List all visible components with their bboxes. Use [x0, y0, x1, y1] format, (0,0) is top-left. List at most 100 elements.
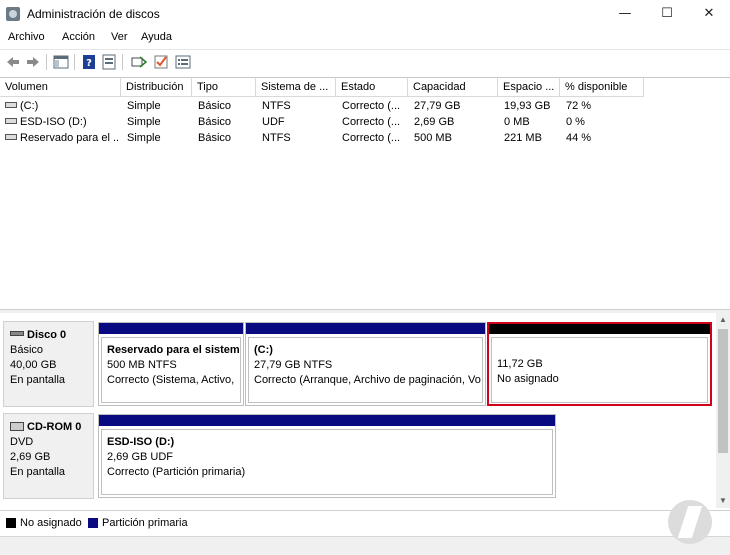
volume-cell: (C:)	[5, 98, 119, 114]
volume-icon	[5, 118, 17, 125]
volume-cell: ESD-ISO (D:)	[5, 114, 119, 130]
vertical-scrollbar[interactable]: ▲ ▼	[716, 313, 730, 508]
disk-status: En pantalla	[10, 374, 66, 386]
status-cell: Correcto (...	[342, 132, 401, 144]
partition-status: Correcto (Sistema, Activo,	[107, 374, 235, 386]
partition-details: (C:) 27,79 GB NTFS Correcto (Arranque, A…	[248, 337, 483, 403]
cdrom-0-label[interactable]: CD-ROM 0 DVD 2,69 GB En pantalla	[3, 413, 94, 499]
legend-primary-partition: Partición primaria	[102, 517, 188, 529]
minimize-button[interactable]: —	[602, 0, 648, 28]
volume-cell: Reservado para el ...	[5, 130, 119, 146]
layout-cell: Simple	[127, 116, 161, 128]
capacity-cell: 2,69 GB	[414, 116, 455, 128]
volume-icon	[5, 134, 17, 141]
status-bar	[0, 536, 730, 555]
disk-size: 40,00 GB	[10, 359, 57, 371]
watermark-logo	[668, 500, 712, 544]
svg-text:?: ?	[86, 58, 92, 69]
percent-free-cell: 72 %	[566, 100, 592, 112]
disk-name: Disco 0	[27, 329, 67, 341]
column-header-estado[interactable]: Estado	[336, 78, 408, 97]
type-cell: Básico	[198, 132, 232, 144]
menu-accion[interactable]: Acción	[62, 31, 95, 43]
column-header-distribucion[interactable]: Distribución	[121, 78, 192, 97]
toolbar-separator	[122, 54, 123, 70]
partition-esd-iso[interactable]: ESD-ISO (D:) 2,69 GB UDF Correcto (Parti…	[98, 414, 556, 498]
legend-bar: No asignado Partición primaria	[0, 510, 730, 536]
title-bar: Administración de discos — ☐ ✕	[0, 0, 730, 28]
primary-partition-bar	[99, 415, 555, 426]
menu-ayuda[interactable]: Ayuda	[141, 31, 172, 43]
scroll-up-arrow-icon[interactable]: ▲	[716, 313, 730, 327]
toolbar-separator	[46, 54, 47, 70]
disk-size: 2,69 GB	[10, 451, 51, 463]
checkmark-icon[interactable]	[152, 53, 170, 71]
cd-drive-icon	[10, 421, 24, 431]
partition-size: 27,79 GB NTFS	[254, 359, 333, 371]
filesystem-cell: UDF	[262, 116, 285, 128]
disk-type: Básico	[10, 344, 44, 356]
free-space-cell: 221 MB	[504, 132, 542, 144]
free-space-cell: 0 MB	[504, 116, 530, 128]
maximize-button[interactable]: ☐	[644, 0, 690, 28]
percent-free-cell: 44 %	[566, 132, 592, 144]
filesystem-cell: NTFS	[262, 132, 291, 144]
type-cell: Básico	[198, 100, 232, 112]
partition-status: Correcto (Partición primaria)	[107, 466, 246, 478]
layout-cell: Simple	[127, 132, 161, 144]
partition-reservado[interactable]: Reservado para el sistema 500 MB NTFS Co…	[98, 322, 244, 406]
selection-highlight	[487, 322, 712, 406]
partition-details: Reservado para el sistema 500 MB NTFS Co…	[101, 337, 241, 403]
scroll-thumb[interactable]	[718, 329, 728, 453]
capacity-cell: 27,79 GB	[414, 100, 461, 112]
partition-name: Reservado para el sistema	[107, 344, 241, 356]
status-cell: Correcto (...	[342, 116, 401, 128]
disk-type: DVD	[10, 436, 34, 448]
primary-partition-bar	[246, 323, 485, 334]
capacity-cell: 500 MB	[414, 132, 452, 144]
partition-details: ESD-ISO (D:) 2,69 GB UDF Correcto (Parti…	[101, 429, 553, 495]
toolbar-separator	[74, 54, 75, 70]
column-header-tipo[interactable]: Tipo	[192, 78, 256, 97]
disk-name: CD-ROM 0	[27, 421, 82, 433]
layout-cell: Simple	[127, 100, 161, 112]
primary-partition-bar	[99, 323, 243, 334]
back-arrow-icon[interactable]	[4, 53, 22, 71]
menu-bar: Archivo Acción Ver Ayuda	[0, 28, 730, 48]
list-view-icon[interactable]	[174, 53, 192, 71]
filesystem-cell: NTFS	[262, 100, 291, 112]
status-cell: Correcto (...	[342, 100, 401, 112]
menu-ver[interactable]: Ver	[111, 31, 128, 43]
help-icon[interactable]: ?	[80, 53, 98, 71]
properties-icon[interactable]	[100, 53, 118, 71]
column-header-espacio-libre[interactable]: Espacio ...	[498, 78, 560, 97]
toolbar: ?	[0, 49, 730, 73]
forward-arrow-icon[interactable]	[24, 53, 42, 71]
console-tree-icon[interactable]	[52, 53, 70, 71]
disk-0-label[interactable]: Disco 0 Básico 40,00 GB En pantalla	[3, 321, 94, 407]
legend-unallocated: No asignado	[20, 517, 82, 529]
partition-c[interactable]: (C:) 27,79 GB NTFS Correcto (Arranque, A…	[245, 322, 486, 406]
menu-archivo[interactable]: Archivo	[8, 31, 45, 43]
window-title: Administración de discos	[27, 7, 160, 21]
partition-size: 2,69 GB UDF	[107, 451, 174, 463]
rescan-icon[interactable]	[130, 53, 148, 71]
scroll-down-arrow-icon[interactable]: ▼	[716, 494, 730, 508]
hard-disk-icon	[10, 330, 24, 336]
partition-size: 500 MB NTFS	[107, 359, 177, 371]
column-header-volumen[interactable]: Volumen	[0, 78, 121, 97]
column-header-sistema-archivos[interactable]: Sistema de ...	[256, 78, 336, 97]
percent-free-cell: 0 %	[566, 116, 585, 128]
primary-partition-swatch	[88, 518, 98, 528]
column-header-capacidad[interactable]: Capacidad	[408, 78, 498, 97]
partition-name: ESD-ISO (D:)	[107, 436, 175, 448]
free-space-cell: 19,93 GB	[504, 100, 551, 112]
watermark-mark	[677, 506, 703, 538]
close-button[interactable]: ✕	[686, 0, 730, 28]
column-header-porcentaje-disponible[interactable]: % disponible	[560, 78, 644, 97]
disk-status: En pantalla	[10, 466, 66, 478]
unallocated-swatch	[6, 518, 16, 528]
volume-list: Volumen Distribución Tipo Sistema de ...…	[0, 77, 730, 309]
partition-status: Correcto (Arranque, Archivo de paginació…	[254, 374, 481, 386]
volume-icon	[5, 102, 17, 109]
